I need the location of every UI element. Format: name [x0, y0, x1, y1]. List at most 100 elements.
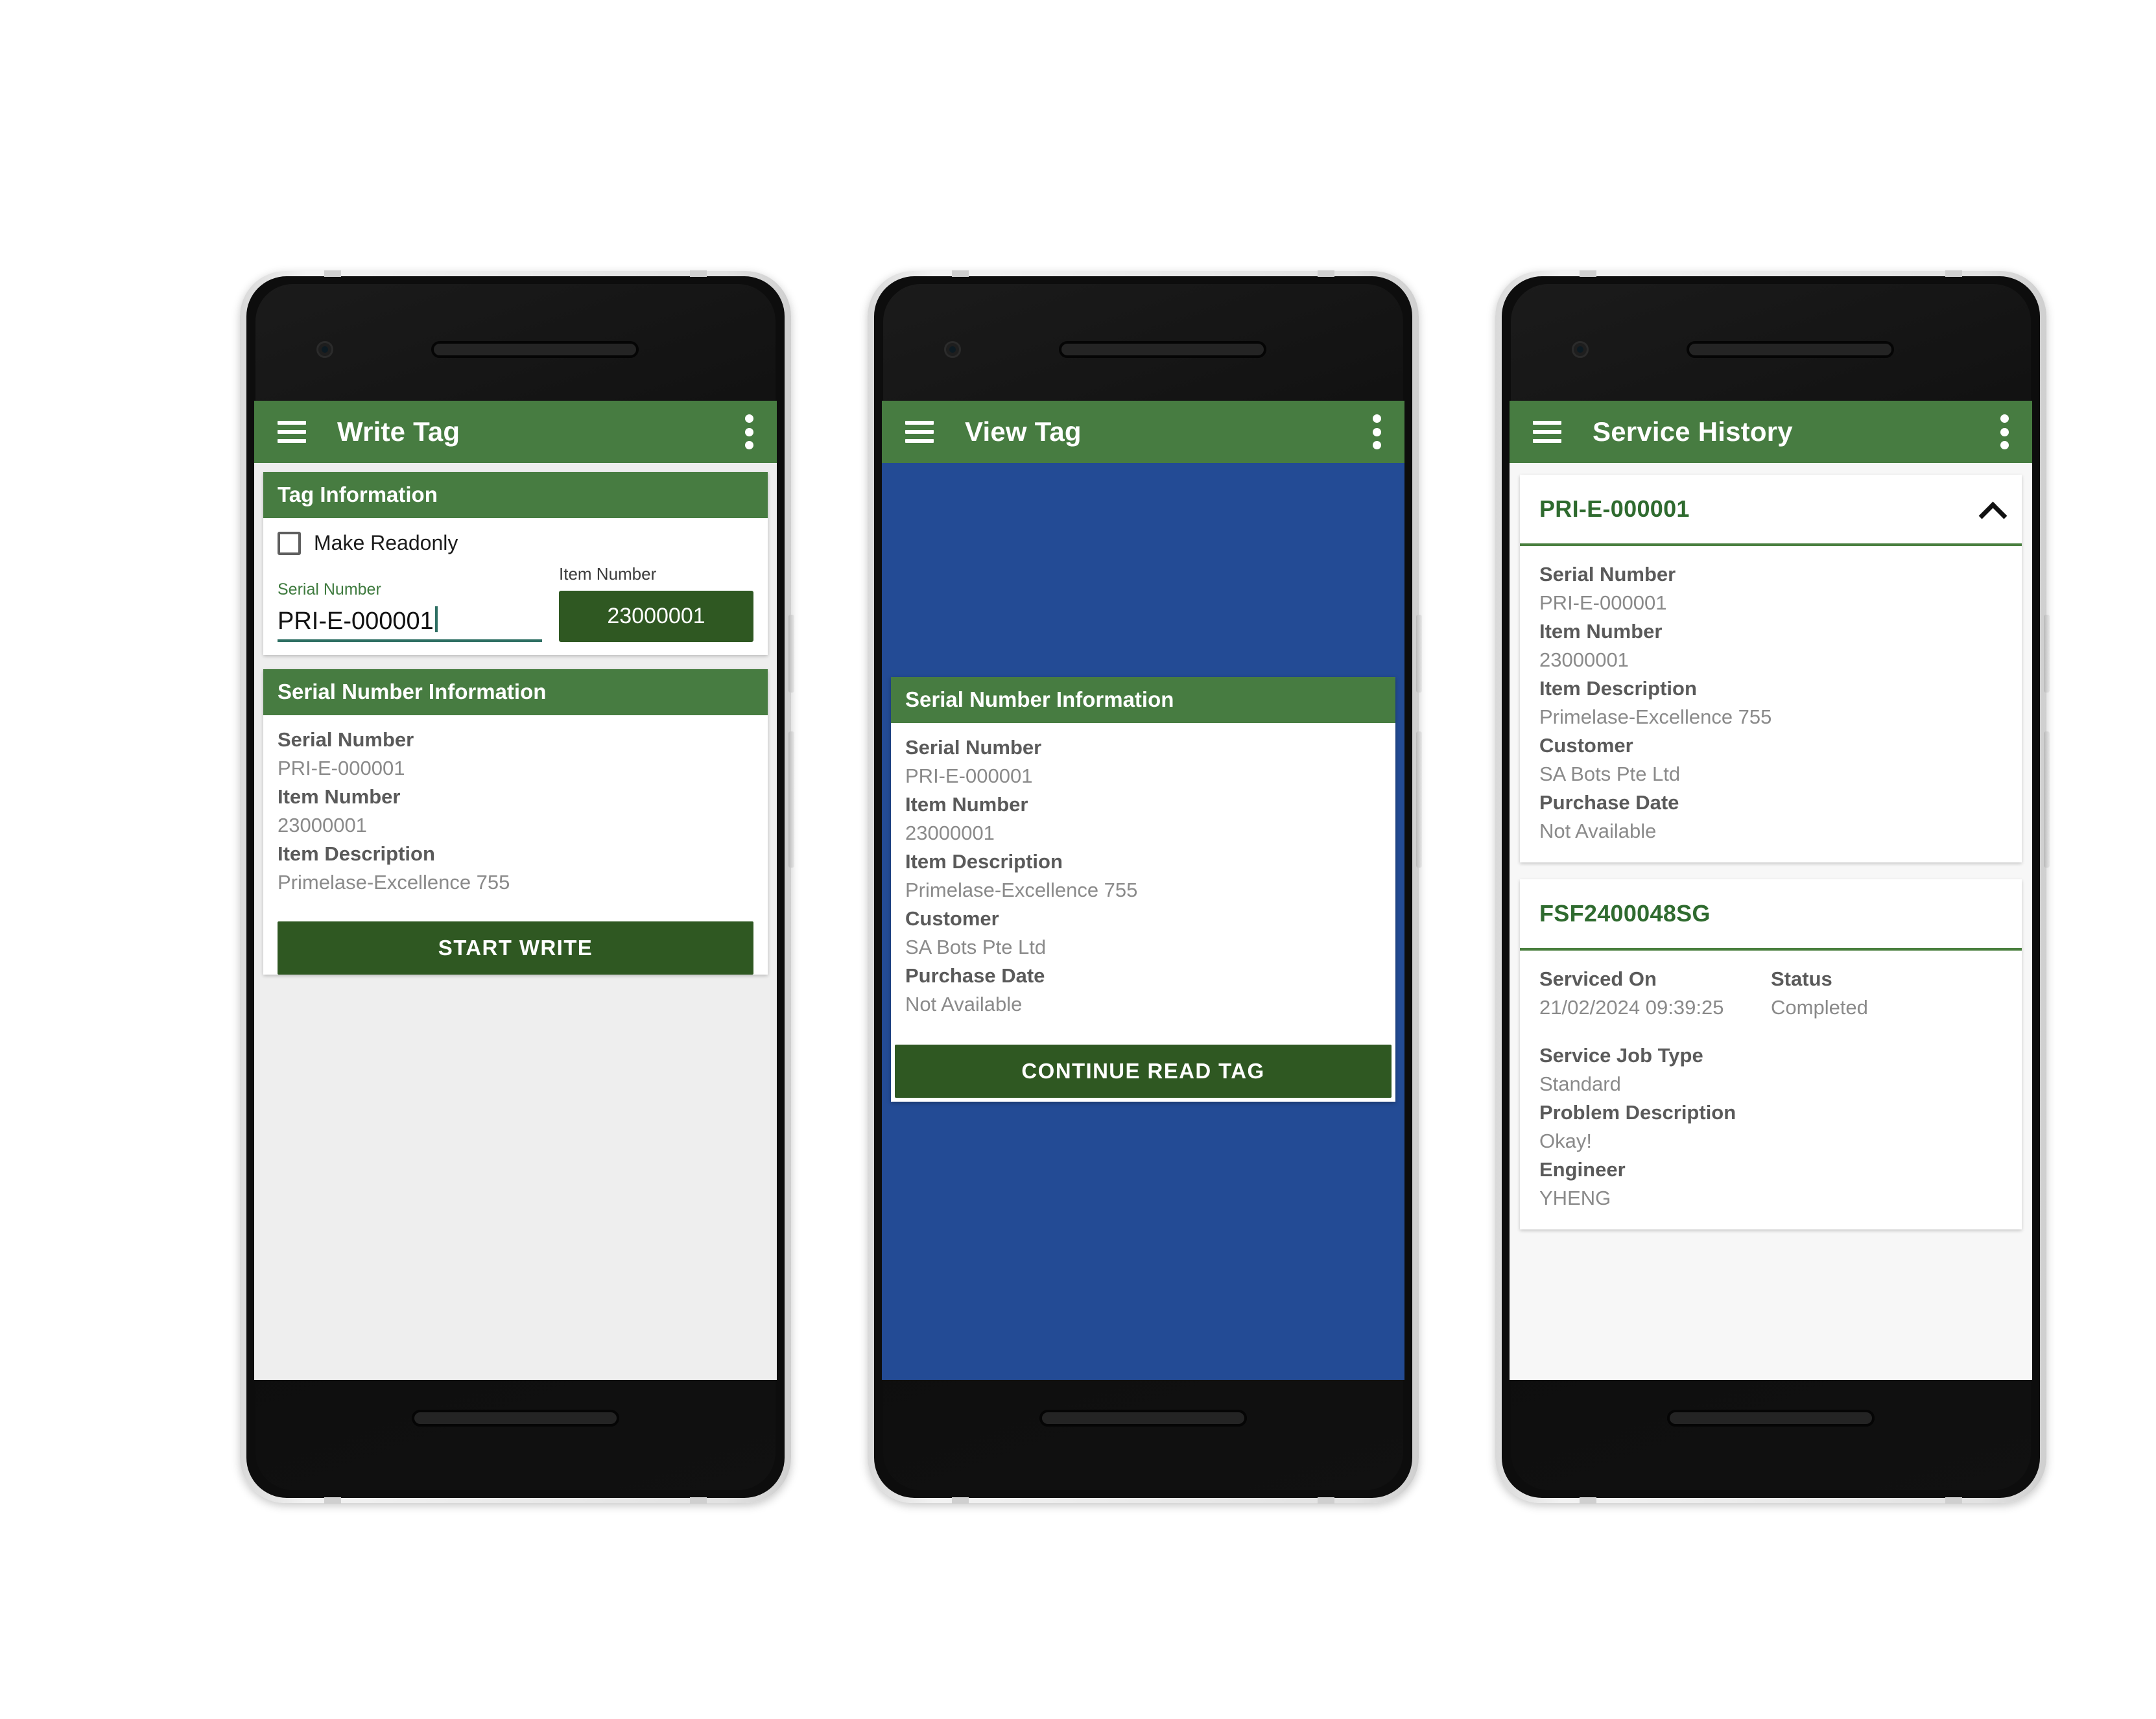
kebab-icon[interactable] — [744, 414, 753, 449]
make-readonly-checkbox[interactable] — [278, 531, 301, 555]
card-title: Serial Number Information — [891, 677, 1395, 723]
job-header[interactable]: FSF2400048SG — [1520, 879, 2022, 951]
hamburger-icon[interactable] — [278, 421, 306, 443]
phone-device-service-history: Service History PRI-E-000001 Serial Numb… — [1495, 270, 2050, 1504]
volume-button[interactable] — [2044, 731, 2050, 868]
content-write-tag: Tag Information Make Readonly Serial Num… — [254, 463, 777, 1380]
info-label: Customer — [1539, 734, 1633, 757]
continue-read-tag-button[interactable]: CONTINUE READ TAG — [895, 1045, 1392, 1098]
card-body: Serial Number PRI-E-000001 Item Number 2… — [263, 715, 768, 910]
antenna-band — [1580, 270, 1596, 277]
job-meta-row: Serviced On 21/02/2024 09:39:25 Status C… — [1539, 965, 2002, 1022]
info-value: 23000001 — [278, 814, 367, 837]
info-value: PRI-E-000001 — [278, 757, 405, 780]
antenna-band — [1945, 1497, 1962, 1504]
make-readonly-row[interactable]: Make Readonly — [278, 531, 753, 555]
card-body: Serial Number PRI-E-000001 Item Number 2… — [891, 723, 1395, 1045]
content-service-history: PRI-E-000001 Serial Number PRI-E-000001 … — [1510, 463, 2032, 1380]
start-write-button[interactable]: START WRITE — [278, 921, 753, 975]
bottom-speaker — [1039, 1410, 1247, 1427]
card-title: Serial Number Information — [263, 669, 768, 715]
info-value: Primelase-Excellence 755 — [278, 871, 510, 894]
hamburger-icon[interactable] — [1533, 421, 1561, 443]
card-service-job: FSF2400048SG Serviced On 21/02/2024 09:3… — [1520, 879, 2022, 1230]
info-row: Customer SA Bots Pte Ltd — [1539, 731, 2002, 788]
info-row: Service Job Type Standard — [1539, 1041, 2002, 1098]
info-row: Item Description Primelase-Excellence 75… — [905, 848, 1381, 905]
serial-expander-header[interactable]: PRI-E-000001 — [1520, 475, 2022, 546]
info-value: PRI-E-000001 — [905, 765, 1033, 788]
serial-number-input[interactable]: PRI-E-000001 — [278, 603, 542, 642]
info-label: Item Number — [278, 785, 401, 809]
power-button[interactable] — [2044, 615, 2050, 693]
serial-expander-title: PRI-E-000001 — [1539, 495, 1690, 522]
job-number: FSF2400048SG — [1539, 900, 1711, 927]
appbar-title: Write Tag — [337, 416, 460, 447]
info-label: Item Description — [905, 850, 1063, 873]
info-value: SA Bots Pte Ltd — [905, 936, 1047, 959]
info-label: Item Number — [905, 793, 1028, 816]
kebab-icon[interactable] — [1372, 414, 1381, 449]
info-row: Purchase Date Not Available — [905, 962, 1381, 1019]
serial-number-field-group: Serial Number PRI-E-000001 — [278, 580, 559, 642]
item-number-button[interactable]: 23000001 — [559, 591, 753, 642]
volume-button[interactable] — [788, 731, 794, 868]
front-camera-icon — [316, 341, 333, 358]
screenshot-stage: Write Tag Tag Information Make Readonly — [0, 0, 2156, 1719]
card-serial-summary: PRI-E-000001 Serial Number PRI-E-000001 … — [1520, 475, 2022, 863]
card-body: Make Readonly Serial Number PRI-E-000001… — [263, 518, 768, 655]
info-row: Serial Number PRI-E-000001 — [278, 726, 753, 783]
serial-expander-body: Serial Number PRI-E-000001 Item Number 2… — [1520, 546, 2022, 862]
appbar-view-tag: View Tag — [882, 401, 1404, 463]
serial-item-field-row: Serial Number PRI-E-000001 Item Number 2… — [278, 564, 753, 642]
power-button[interactable] — [1416, 615, 1422, 693]
info-row: Item Number 23000001 — [278, 783, 753, 840]
bottom-speaker — [1667, 1410, 1875, 1427]
antenna-band — [1945, 270, 1962, 277]
card-serial-number-information: Serial Number Information Serial Number … — [263, 669, 768, 975]
info-row: Customer SA Bots Pte Ltd — [905, 905, 1381, 962]
serviced-on-label: Serviced On — [1539, 967, 1657, 991]
hamburger-icon[interactable] — [905, 421, 934, 443]
front-camera-icon — [1572, 341, 1589, 358]
info-label: Serial Number — [905, 736, 1042, 759]
appbar-write-tag: Write Tag — [254, 401, 777, 463]
info-value: 23000001 — [1539, 648, 1629, 672]
sheet-action-area: CONTINUE READ TAG — [891, 1045, 1395, 1102]
chevron-up-icon[interactable] — [1980, 498, 2002, 520]
info-row: Item Number 23000001 — [905, 790, 1381, 848]
earpiece-speaker — [1687, 341, 1894, 358]
info-label: Item Number — [1539, 620, 1663, 643]
power-button[interactable] — [788, 615, 794, 693]
info-label: Purchase Date — [905, 964, 1045, 988]
info-row: Item Number 23000001 — [1539, 617, 2002, 674]
content-view-tag: Serial Number Information Serial Number … — [882, 463, 1404, 1380]
appbar-service-history: Service History — [1510, 401, 2032, 463]
appbar-title: Service History — [1593, 416, 1793, 447]
screen-view-tag: View Tag Serial Number Information Seria… — [882, 401, 1404, 1380]
info-label: Purchase Date — [1539, 791, 1679, 814]
make-readonly-label: Make Readonly — [314, 531, 458, 554]
volume-button[interactable] — [1416, 731, 1422, 868]
info-value: Okay! — [1539, 1130, 1592, 1153]
info-value: 23000001 — [905, 822, 995, 845]
bottom-speaker — [412, 1410, 619, 1427]
info-label: Item Description — [1539, 677, 1697, 700]
serviced-on-group: Serviced On 21/02/2024 09:39:25 — [1539, 965, 1771, 1022]
kebab-icon[interactable] — [2000, 414, 2009, 449]
serial-number-label: Serial Number — [278, 580, 381, 599]
antenna-band — [690, 1497, 707, 1504]
info-value: Standard — [1539, 1073, 1621, 1096]
info-label: Customer — [905, 907, 999, 931]
info-row: Engineer YHENG — [1539, 1156, 2002, 1213]
info-value: Primelase-Excellence 755 — [1539, 705, 1772, 729]
phone-device-write-tag: Write Tag Tag Information Make Readonly — [240, 270, 794, 1504]
antenna-band — [1318, 1497, 1334, 1504]
info-label: Serial Number — [278, 728, 414, 751]
antenna-band — [690, 270, 707, 277]
antenna-band — [324, 270, 341, 277]
card-title: Tag Information — [263, 472, 768, 518]
card-tag-information: Tag Information Make Readonly Serial Num… — [263, 472, 768, 655]
info-value: SA Bots Pte Ltd — [1539, 763, 1681, 786]
